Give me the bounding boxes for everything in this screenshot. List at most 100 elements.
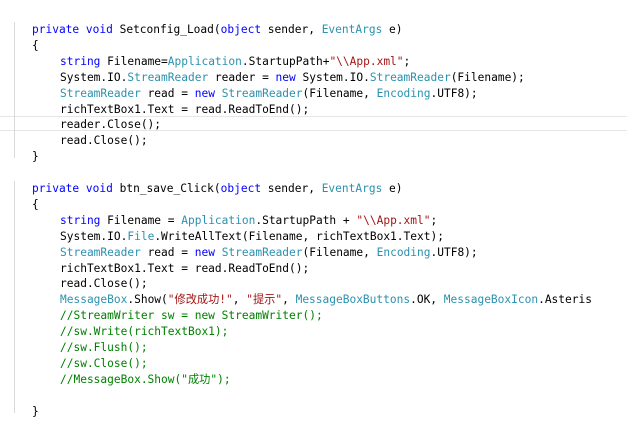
code-line[interactable]: System.IO.File.WriteAllText(Filename, ri… <box>60 229 444 245</box>
code-line[interactable]: richTextBox1.Text = read.ReadToEnd(); <box>60 102 309 118</box>
code-token: .WriteAllText(Filename, richTextBox1.Tex… <box>154 229 444 243</box>
code-token: Filename= <box>100 54 168 68</box>
code-line[interactable]: private void Setconfig_Load(object sende… <box>32 22 403 38</box>
code-token: new <box>194 86 215 100</box>
code-token: read = <box>140 86 195 100</box>
code-token: ; <box>403 54 411 68</box>
code-token: EventArgs <box>321 23 383 36</box>
code-token: System.IO. <box>60 70 128 84</box>
code-token: sender, <box>261 23 322 36</box>
code-token: //StreamWriter sw = new StreamWriter(); <box>60 309 323 323</box>
code-token: private <box>32 182 80 195</box>
code-token: { <box>32 197 39 211</box>
code-token: StreamReader <box>60 86 141 100</box>
code-token: , <box>282 293 296 307</box>
outline-guide-1 <box>14 22 15 158</box>
code-token: .UTF8); <box>430 86 478 100</box>
code-token: Encoding <box>376 245 431 259</box>
code-token: MessageBoxIcon <box>443 293 539 307</box>
code-token: (Filename, <box>302 245 377 259</box>
code-token: read = <box>140 245 195 259</box>
code-token: new <box>194 245 215 259</box>
code-token: Filename = <box>100 213 182 227</box>
code-token: MessageBox <box>60 293 128 307</box>
code-token: "提示" <box>246 293 283 307</box>
code-token: //sw.Close(); <box>60 356 148 370</box>
code-editor[interactable]: private void Setconfig_Load(object sende… <box>0 0 627 434</box>
code-line[interactable]: { <box>32 38 39 54</box>
code-token: string <box>60 213 101 227</box>
code-token: Encoding <box>376 86 431 100</box>
code-line[interactable]: //sw.Close(); <box>60 356 148 372</box>
code-token: void <box>85 182 113 195</box>
code-token: //sw.Flush(); <box>60 341 148 354</box>
code-line[interactable]: string Filename = Application.StartupPat… <box>60 213 437 229</box>
code-token: System.IO. <box>295 70 370 84</box>
code-token: richTextBox1.Text = read.ReadToEnd(); <box>60 102 310 116</box>
code-token: File <box>127 229 155 243</box>
code-line[interactable]: //StreamWriter sw = new StreamWriter(); <box>60 308 323 324</box>
code-line[interactable]: string Filename=Application.StartupPath+… <box>60 54 410 70</box>
code-token: .Show( <box>127 293 168 307</box>
code-token: , <box>232 293 247 307</box>
code-token: sender, <box>261 182 322 195</box>
outline-guide-2 <box>14 181 15 413</box>
code-token: .OK, <box>410 293 444 307</box>
code-line[interactable]: { <box>32 197 39 213</box>
code-line[interactable]: } <box>32 149 39 165</box>
code-token: e) <box>382 182 403 195</box>
code-token: (Filename); <box>450 70 525 84</box>
code-line[interactable]: System.IO.StreamReader reader = new Syst… <box>60 70 525 86</box>
code-token: void <box>85 23 113 36</box>
code-token: .StartupPath + <box>255 213 357 227</box>
code-line[interactable]: } <box>32 404 39 420</box>
code-token: read.Close(); <box>60 134 148 148</box>
code-token: } <box>32 404 39 418</box>
code-token: .Asteris <box>538 293 592 307</box>
code-token: Application <box>181 213 256 227</box>
code-token: EventArgs <box>321 182 383 195</box>
code-token: .UTF8); <box>430 245 478 259</box>
code-token: object <box>220 23 262 36</box>
code-line[interactable]: MessageBox.Show("修改成功!", "提示", MessageBo… <box>60 292 592 308</box>
code-token: MessageBoxButtons <box>295 293 411 307</box>
code-token: object <box>220 182 262 195</box>
code-token: read.Close(); <box>60 277 148 291</box>
code-token: "修改成功!" <box>167 293 233 307</box>
code-token: new <box>275 70 296 84</box>
code-token: Application <box>167 54 242 68</box>
code-token: Setconfig_Load( <box>112 23 221 36</box>
code-token: StreamReader <box>369 70 451 84</box>
code-token: "\\App.xml" <box>356 213 431 227</box>
code-token: } <box>32 150 39 164</box>
code-line[interactable]: read.Close(); <box>60 133 148 149</box>
code-token: ; <box>430 213 438 227</box>
code-line[interactable]: reader.Close(); <box>60 117 161 133</box>
code-token: //sw.Write(richTextBox1); <box>60 325 229 339</box>
code-line[interactable]: private void btn_save_Click(object sende… <box>32 181 403 197</box>
code-token: System.IO. <box>60 229 128 243</box>
code-line[interactable]: //sw.Write(richTextBox1); <box>60 324 228 340</box>
code-line[interactable]: read.Close(); <box>60 276 148 292</box>
code-line[interactable]: //sw.Flush(); <box>60 340 148 356</box>
code-line[interactable]: //MessageBox.Show("成功"); <box>60 372 231 388</box>
code-line[interactable]: StreamReader read = new StreamReader(Fil… <box>60 245 478 261</box>
code-token: e) <box>382 23 403 36</box>
code-token: { <box>32 38 39 52</box>
code-token: btn_save_Click( <box>112 182 221 195</box>
code-token: .StartupPath+ <box>241 54 330 68</box>
code-token: StreamReader <box>221 86 303 100</box>
code-token: reader.Close(); <box>60 118 162 132</box>
code-token: "\\App.xml" <box>329 54 404 68</box>
code-line[interactable]: StreamReader read = new StreamReader(Fil… <box>60 86 478 102</box>
code-token: richTextBox1.Text = read.ReadToEnd(); <box>60 261 310 275</box>
code-token: StreamReader <box>127 70 209 84</box>
code-token: StreamReader <box>221 245 303 259</box>
code-token: string <box>60 54 101 68</box>
code-line[interactable]: richTextBox1.Text = read.ReadToEnd(); <box>60 261 309 277</box>
code-token: reader = <box>208 70 276 84</box>
